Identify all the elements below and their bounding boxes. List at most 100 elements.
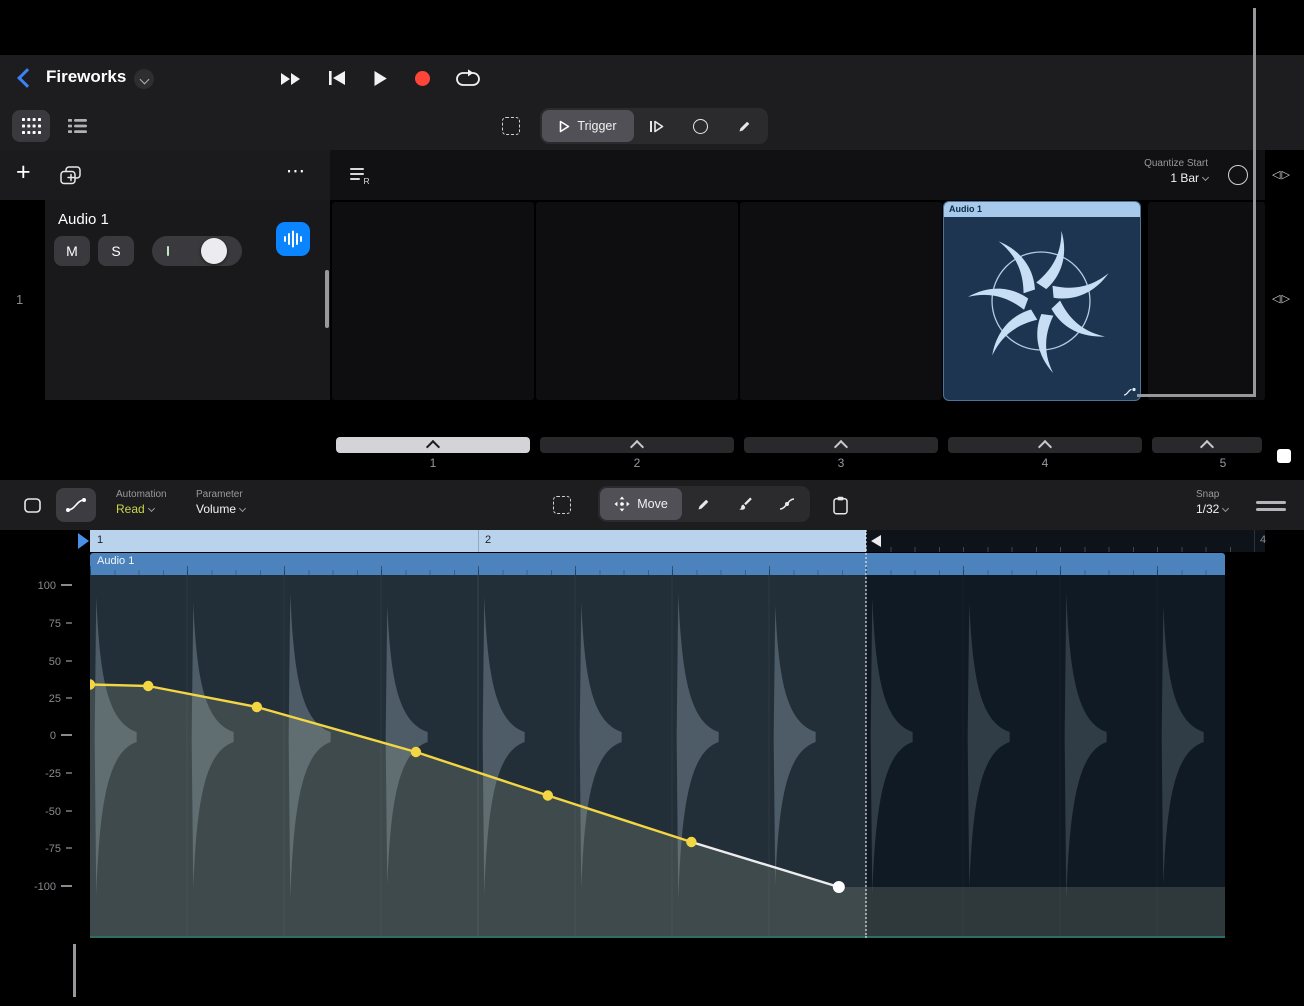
grid-cell-3[interactable] — [740, 202, 942, 400]
quantize-label: Quantize Start — [1112, 158, 1208, 169]
track-panel-more-button[interactable]: ⋯ — [286, 160, 305, 183]
move-icon — [614, 496, 630, 512]
fast-forward-button[interactable] — [272, 64, 310, 94]
pencil-cell-button[interactable] — [722, 110, 766, 142]
tracks-view-icon — [68, 118, 87, 134]
play-from-icon — [649, 120, 664, 133]
scene-play-icon — [630, 440, 644, 454]
tracks-view-button[interactable] — [58, 110, 96, 142]
scene-trigger-5[interactable] — [1152, 437, 1262, 453]
grid-cell-2[interactable] — [536, 202, 738, 400]
scene-number-5: 5 — [1148, 456, 1298, 470]
chevron-down-icon — [1202, 174, 1209, 181]
add-track-button[interactable]: + — [16, 157, 31, 187]
scene-trigger-2[interactable] — [540, 437, 734, 453]
scene-play-icon — [1038, 440, 1052, 454]
grid-view-icon — [22, 118, 41, 134]
record-circle-icon — [693, 119, 708, 134]
axis-label: -50 — [0, 806, 72, 818]
region-icon — [24, 498, 41, 513]
bar-number-4: 4 — [1260, 534, 1266, 546]
cycle-icon — [455, 69, 481, 88]
scene-trigger-4[interactable] — [948, 437, 1142, 453]
marquee-icon — [553, 496, 571, 514]
record-cell-button[interactable] — [678, 110, 722, 142]
automation-marquee-button[interactable] — [545, 489, 579, 521]
axis-label: -75 — [0, 843, 72, 855]
play-button[interactable] — [362, 62, 398, 94]
marquee-select-button[interactable] — [494, 110, 528, 142]
track-type-button[interactable] — [276, 222, 310, 256]
grid-cell-5[interactable] — [1148, 202, 1265, 400]
scene-trigger-1[interactable] — [336, 437, 530, 453]
cycle-end-marker[interactable] — [871, 535, 881, 547]
automation-mode-button[interactable] — [56, 488, 96, 522]
row-number: 1 — [16, 292, 23, 307]
editor-resize-handle[interactable] — [1256, 496, 1286, 516]
snap-value: 1/32 — [1196, 502, 1228, 516]
scene-edit-button[interactable]: R — [348, 163, 374, 187]
axis-label: 75 — [0, 618, 72, 630]
curve-tool-button[interactable] — [766, 488, 808, 520]
automation-curve-icon — [66, 497, 86, 513]
scene-play-icon — [1200, 440, 1214, 454]
play-from-button[interactable] — [634, 110, 678, 142]
snap-label: Snap — [1196, 489, 1228, 500]
logic-window: Fireworks 004 3 3 138 120.0 4/4C maj In … — [0, 0, 1304, 1006]
playhead[interactable] — [78, 533, 89, 549]
duplicate-track-button[interactable] — [56, 162, 84, 188]
fast-forward-icon — [280, 72, 302, 86]
bar-ruler[interactable]: 1 2 4 — [90, 530, 1265, 552]
trigger-mode-button[interactable]: Trigger — [542, 110, 634, 142]
mute-button[interactable]: M — [54, 236, 90, 266]
grid-view-button[interactable] — [12, 110, 50, 142]
track-name: Audio 1 — [58, 211, 109, 228]
chevron-down-icon — [1222, 505, 1229, 512]
move-tool-button[interactable]: Move — [600, 488, 682, 520]
back-button[interactable] — [14, 65, 40, 91]
firework-artwork — [960, 222, 1122, 380]
brush-icon — [737, 496, 753, 512]
cycle-button[interactable] — [448, 63, 488, 93]
duplicate-icon — [60, 166, 81, 185]
automation-region-header[interactable]: Audio 1 — [90, 553, 1225, 575]
paste-button[interactable] — [822, 488, 858, 522]
solo-button[interactable]: S — [98, 236, 134, 266]
grid-cell-1[interactable] — [332, 202, 534, 400]
track-header[interactable]: Audio 1 M S — [45, 200, 330, 400]
scene-trigger-3[interactable] — [744, 437, 938, 453]
parameter-value: Volume — [196, 502, 245, 516]
automation-mode-value: Read — [116, 502, 167, 516]
brush-tool-button[interactable] — [724, 488, 766, 520]
automation-lane[interactable] — [90, 575, 1265, 938]
record-button[interactable] — [404, 63, 440, 93]
panel-resize-handle[interactable] — [325, 270, 329, 328]
automation-label: Automation — [116, 489, 167, 500]
view-toolbar: Trigger — [0, 102, 1304, 151]
clip-audio[interactable]: Audio 1 — [944, 202, 1140, 400]
snap-control[interactable]: Snap 1/32 — [1196, 489, 1228, 516]
quantize-start-control[interactable]: Quantize Start 1 Bar — [1112, 158, 1208, 185]
column-expand-control[interactable]: ◁▷ — [1272, 168, 1291, 181]
project-title: Fireworks — [46, 67, 126, 87]
stop-all-button[interactable] — [1277, 449, 1291, 463]
parameter-control[interactable]: Parameter Volume — [196, 489, 245, 516]
region-mode-button[interactable] — [14, 488, 50, 522]
clip-automation-icon[interactable] — [1123, 387, 1136, 397]
waveform-icon — [283, 230, 303, 248]
axis-label: 50 — [0, 656, 72, 668]
chevron-down-icon — [148, 505, 155, 512]
project-menu-button[interactable] — [134, 69, 154, 89]
scene-play-icon — [426, 440, 440, 454]
pencil-tool-button[interactable] — [682, 488, 724, 520]
fader-knob[interactable] — [201, 238, 227, 264]
scene-number-2: 2 — [536, 456, 738, 470]
automation-tool-segmented-control: Move — [598, 486, 810, 522]
row-expand-control[interactable]: ◁▷ — [1272, 292, 1291, 305]
automation-mode-control[interactable]: Automation Read — [116, 489, 167, 516]
track-volume-slider[interactable] — [152, 236, 242, 266]
axis-label: 0 — [0, 730, 72, 742]
quantize-toggle-button[interactable] — [1228, 165, 1248, 185]
callout-line-bottom — [73, 944, 76, 997]
go-to-beginning-button[interactable] — [318, 63, 356, 93]
